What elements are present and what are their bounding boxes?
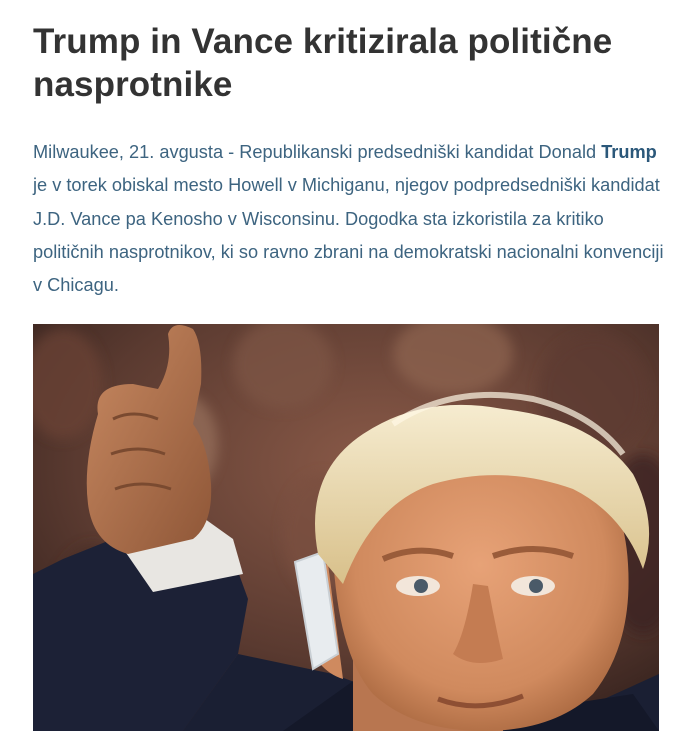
article: Trump in Vance kritizirala politične nas… bbox=[0, 0, 684, 731]
lead-text-start: Milwaukee, 21. avgusta - Republikanski p… bbox=[33, 142, 602, 162]
news-photo-illustration bbox=[33, 324, 659, 731]
article-headline: Trump in Vance kritizirala politične nas… bbox=[33, 22, 613, 104]
article-photo bbox=[33, 324, 659, 731]
keyword-link-trump[interactable]: Trump bbox=[601, 142, 657, 162]
lead-text-end: je v torek obiskal mesto Howell v Michig… bbox=[33, 175, 664, 296]
article-lead: Milwaukee, 21. avgusta - Republikanski p… bbox=[33, 136, 673, 302]
